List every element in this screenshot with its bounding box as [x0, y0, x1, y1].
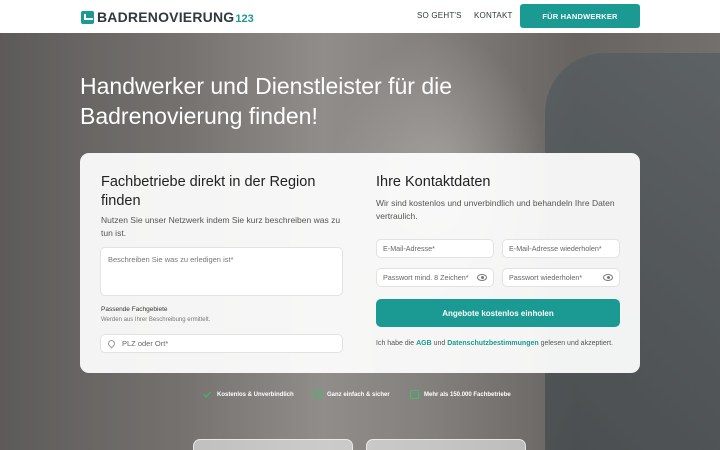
logo[interactable]: BADRENOVIERUNG 123	[81, 8, 254, 26]
plz-placeholder: PLZ oder Ort*	[122, 339, 169, 348]
location-pin-icon	[106, 338, 117, 349]
feature-secure: Ganz einfach & sicher	[313, 390, 390, 399]
feature-companies: Mehr als 150.000 Fachbetriebe	[410, 390, 511, 399]
plz-input[interactable]: PLZ oder Ort*	[100, 334, 343, 353]
building-icon	[410, 390, 419, 399]
description-textarea[interactable]: Beschreiben Sie was zu erledigen ist*	[100, 247, 343, 296]
eye-icon[interactable]	[603, 274, 613, 281]
email-repeat-placeholder: E-Mail-Adresse wiederholen*	[509, 244, 602, 253]
info-card	[193, 439, 353, 450]
password-field[interactable]: Passwort mind. 8 Zeichen*	[376, 268, 494, 287]
consent-post: gelesen und akzeptiert.	[538, 340, 613, 347]
info-card	[366, 439, 526, 450]
fields-sublabel: Werden aus Ihrer Beschreibung ermittelt.	[101, 317, 211, 323]
fields-label: Passende Fachgebiete	[101, 306, 168, 313]
submit-button[interactable]: Angebote kostenlos einholen	[376, 299, 620, 327]
nav-so-gehts[interactable]: SO GEHT'S	[417, 11, 462, 20]
consent-pre: Ich habe die	[376, 340, 417, 347]
password-repeat-placeholder: Passwort wiederholen*	[509, 273, 583, 282]
description-placeholder: Beschreiben Sie was zu erledigen ist*	[108, 255, 234, 264]
left-column-description: Nutzen Sie unser Netzwerk indem Sie kurz…	[101, 215, 341, 238]
check-icon	[203, 390, 212, 399]
fuer-handwerker-button[interactable]: FÜR HANDWERKER	[520, 4, 640, 28]
privacy-link[interactable]: Datenschutzbestimmungen	[447, 340, 538, 347]
email-field[interactable]: E-Mail-Adresse*	[376, 239, 494, 258]
agb-link[interactable]: AGB	[416, 340, 432, 347]
feature-free: Kostenlos & Unverbindlich	[203, 390, 294, 399]
hero-title: Handwerker und Dienstleister für die Bad…	[80, 73, 453, 129]
feature-label: Ganz einfach & sicher	[327, 391, 390, 398]
password-placeholder: Passwort mind. 8 Zeichen*	[383, 273, 469, 282]
feature-label: Kostenlos & Unverbindlich	[217, 391, 294, 398]
eye-icon[interactable]	[477, 274, 487, 281]
logo-icon	[81, 10, 94, 24]
site-header: BADRENOVIERUNG 123 SO GEHT'S KONTAKT FÜR…	[0, 0, 720, 33]
left-column-title: Fachbetriebe direkt in der Region finden	[101, 174, 316, 209]
email-repeat-field[interactable]: E-Mail-Adresse wiederholen*	[502, 239, 620, 258]
nav-kontakt[interactable]: KONTAKT	[474, 11, 513, 20]
right-column-description: Wir sind kostenlos und unverbindlich und…	[376, 198, 615, 221]
consent-mid: und	[431, 340, 448, 347]
logo-number: 123	[235, 13, 254, 25]
request-form-card: Fachbetriebe direkt in der Region finden…	[80, 153, 640, 373]
email-placeholder: E-Mail-Adresse*	[383, 244, 435, 253]
shield-icon	[313, 390, 322, 399]
feature-label: Mehr als 150.000 Fachbetriebe	[424, 391, 511, 398]
password-repeat-field[interactable]: Passwort wiederholen*	[502, 268, 620, 287]
logo-text: BADRENOVIERUNG	[97, 9, 235, 25]
right-column-title: Ihre Kontaktdaten	[376, 174, 491, 190]
consent-text: Ich habe die AGB und Datenschutzbestimmu…	[376, 340, 626, 347]
